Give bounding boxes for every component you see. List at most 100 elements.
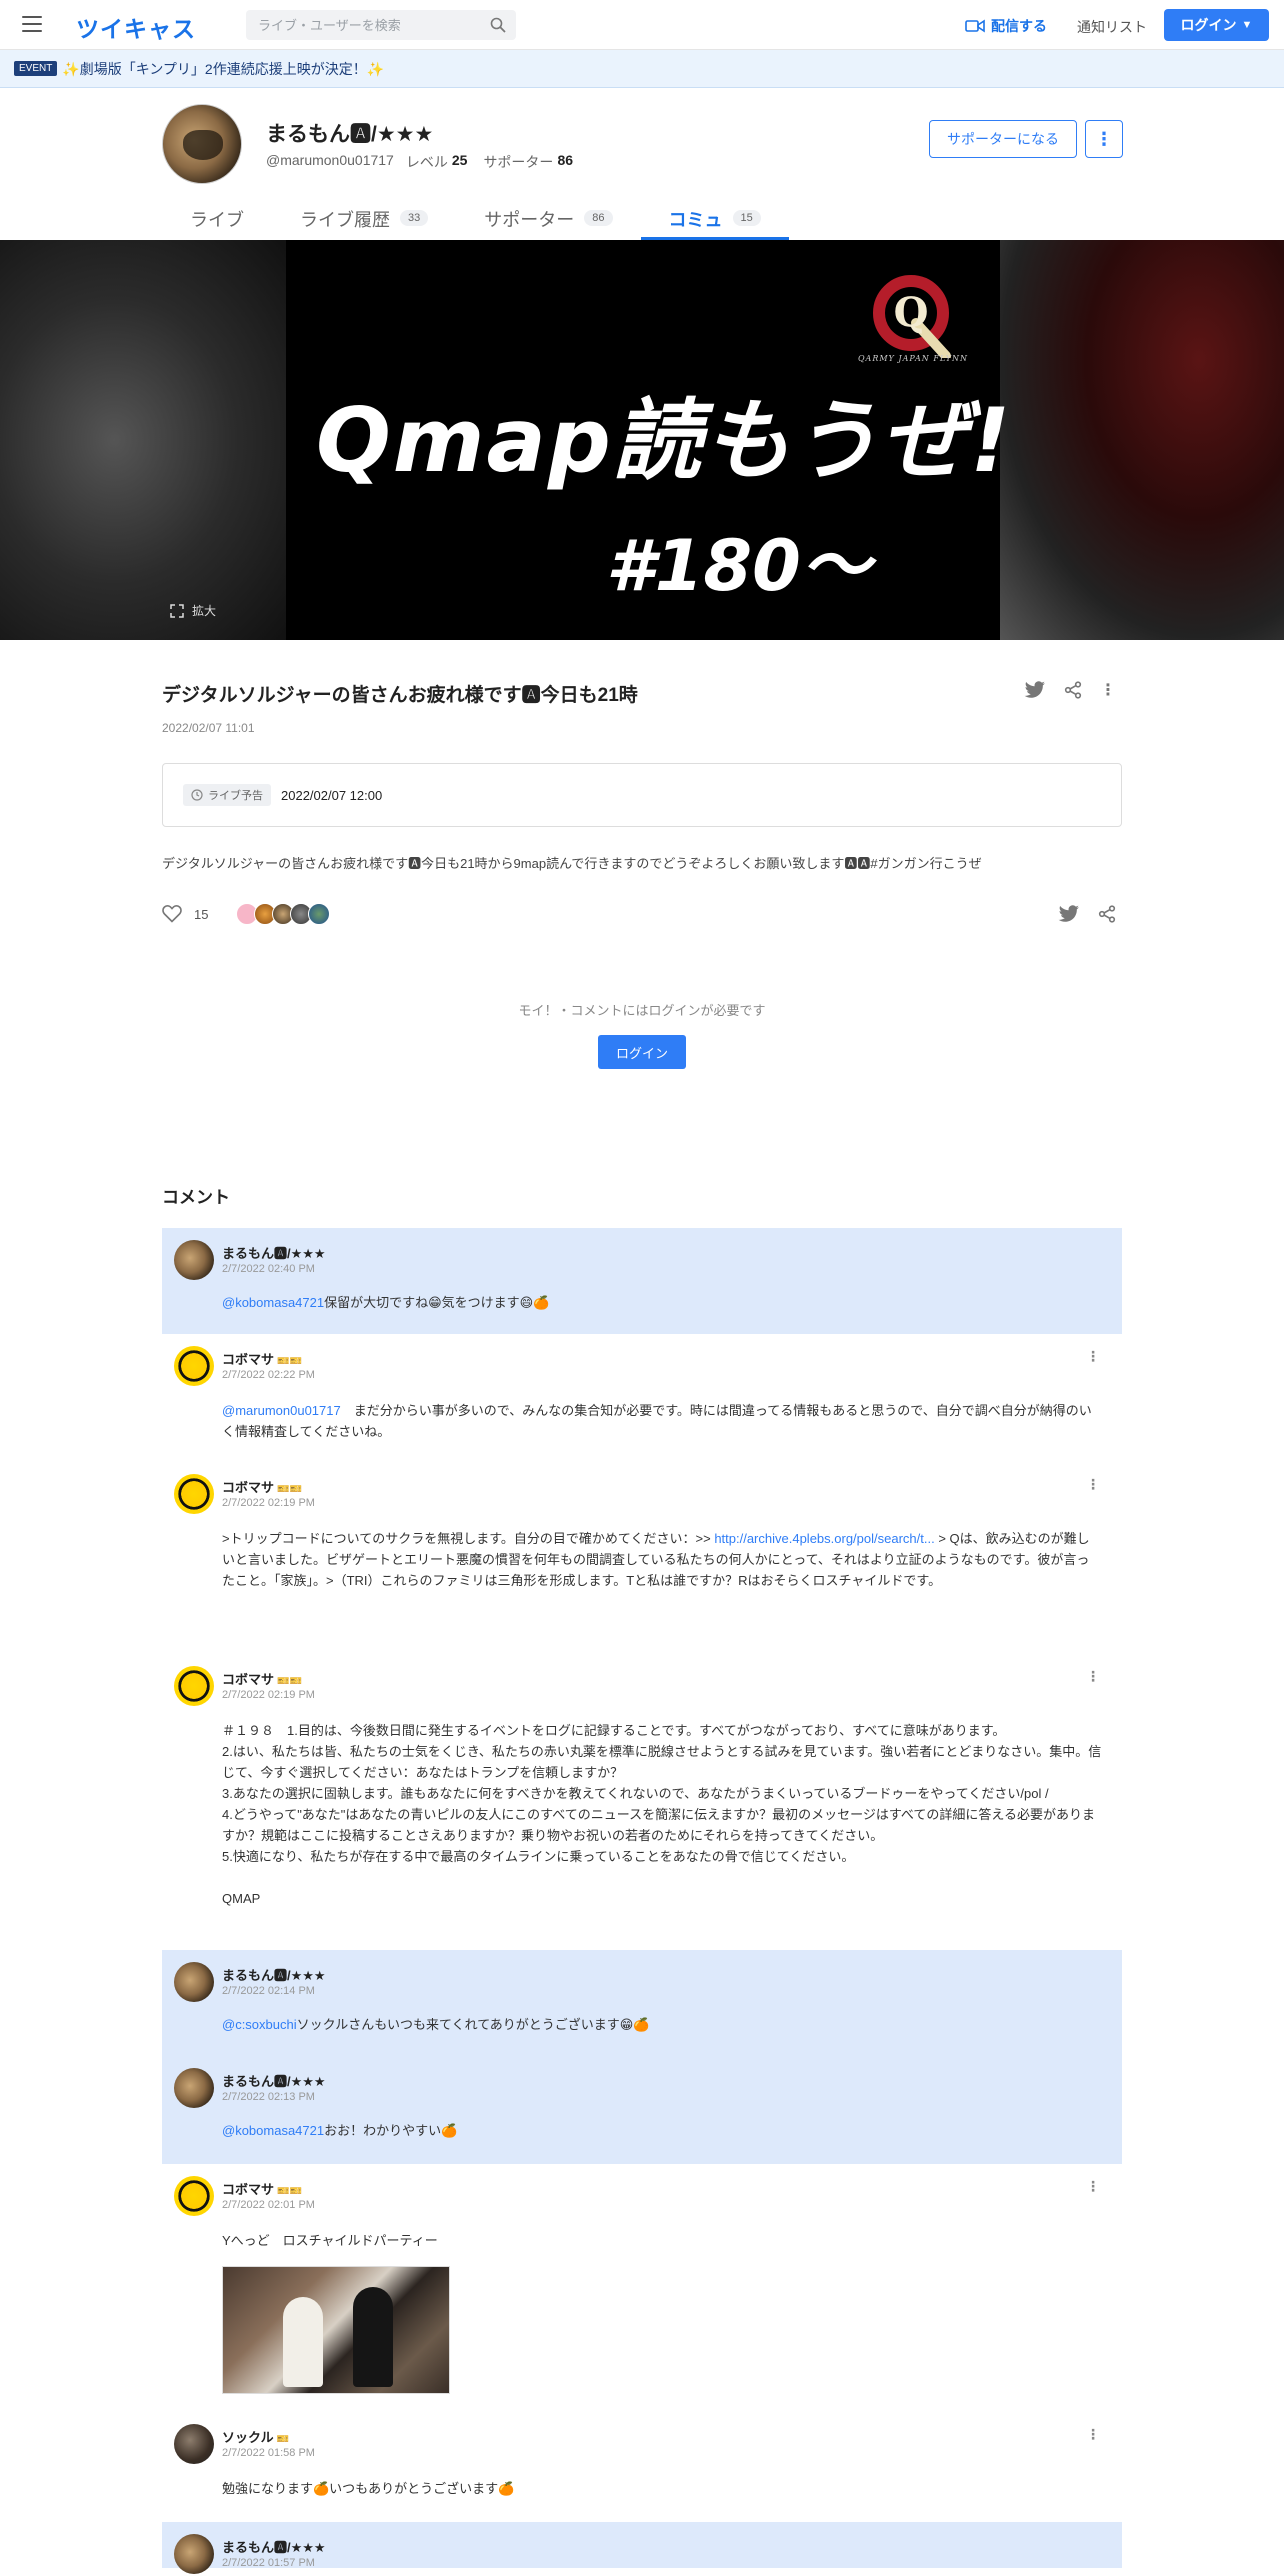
tab-community[interactable]: コミュ 15 (640, 196, 790, 240)
top-header: ツイキャス 配信する 通知リスト ログイン ▼ (0, 0, 1284, 50)
twitter-icon[interactable] (1024, 681, 1046, 699)
avatar[interactable] (174, 1346, 214, 1386)
liker-avatar[interactable] (308, 903, 330, 925)
tab-supporters[interactable]: サポーター 86 (456, 196, 640, 240)
comment-text: @kobomasa4721おお！わかりやすい🍊 (222, 2123, 458, 2138)
avatar[interactable] (174, 2176, 214, 2216)
event-text[interactable]: ✨劇場版「キンプリ」2作連続応援上映が決定！✨ (62, 59, 384, 79)
external-link[interactable]: http://archive.4plebs.org/pol/search/t..… (714, 1531, 934, 1546)
avatar[interactable] (174, 1962, 214, 2002)
more-options-button[interactable]: ⋮ (1085, 120, 1123, 158)
mention-link[interactable]: @c:soxbuchi (222, 2017, 297, 2032)
more-vertical-icon[interactable]: ⋮ (1086, 2426, 1100, 2443)
site-logo[interactable]: ツイキャス (76, 10, 196, 44)
comment-date: 2/7/2022 02:19 PM (222, 1689, 315, 1701)
comment-text: ＃１９８ 1.目的は、今後数日間に発生するイベントをログに記録することです。すべ… (222, 1723, 1102, 1906)
search-input[interactable] (258, 17, 478, 33)
comments-heading: コメント (162, 1188, 230, 1207)
login-required-note: モイ！・コメントにはログインが必要です (518, 1003, 766, 1018)
more-vertical-icon[interactable]: ⋮ (1086, 1668, 1100, 1685)
comment-author[interactable]: まるもん🅰/★★★ (222, 2537, 326, 2556)
comment-author[interactable]: まるもん🅰/★★★ (222, 1965, 326, 1984)
banner-subtitle: #180〜 (606, 525, 871, 607)
tab-label: コミュ (668, 210, 723, 230)
broadcast-link[interactable]: 配信する (965, 16, 1047, 36)
more-vertical-icon[interactable]: ⋮ (1100, 680, 1116, 700)
mention-link[interactable]: @marumon0u01717 (222, 1403, 341, 1418)
comment-author[interactable]: コボマサ 🎫🎫 (222, 1477, 302, 1496)
more-vertical-icon[interactable]: ⋮ (1086, 2178, 1100, 2195)
comment-item: コボマサ 🎫🎫 2/7/2022 02:19 PM ⋮ >トリップコードについての… (162, 1462, 1122, 1630)
avatar[interactable] (174, 2068, 214, 2108)
notify-list-link[interactable]: 通知リスト (1077, 17, 1147, 37)
profile-tabs: ライブ ライブ履歴 33 サポーター 86 コミュ 15 (162, 196, 790, 240)
post-date: 2022/02/07 11:01 (162, 721, 255, 735)
comment-date: 2/7/2022 02:22 PM (222, 1369, 315, 1381)
expand-label: 拡大 (192, 604, 217, 618)
avatar[interactable] (174, 1240, 214, 1280)
comment-item: コボマサ 🎫🎫 2/7/2022 02:01 PM ⋮ Yへっど ロスチャイルドパ… (162, 2164, 1122, 2422)
comment-text: @marumon0u01717 まだ分からい事が多いので、みんなの集合知が必要で… (222, 1403, 1092, 1439)
comment-item: コボマサ 🎫🎫 2/7/2022 02:19 PM ⋮ ＃１９８ 1.目的は、今後… (162, 1654, 1122, 1950)
comment-date: 2/7/2022 02:40 PM (222, 1263, 315, 1275)
mention-link[interactable]: @kobomasa4721 (222, 2123, 324, 2138)
post-share-row (1058, 905, 1116, 923)
comment-item: まるもん🅰/★★★ 2/7/2022 01:57 PM (162, 2522, 1122, 2574)
avatar[interactable] (174, 2534, 214, 2574)
hamburger-icon[interactable] (22, 16, 42, 32)
search-icon[interactable] (490, 17, 506, 33)
comment-date: 2/7/2022 02:01 PM (222, 2199, 315, 2211)
comment-author[interactable]: コボマサ 🎫🎫 (222, 2179, 302, 2198)
avatar[interactable] (174, 2424, 214, 2464)
mention-link[interactable]: @kobomasa4721 (222, 1295, 324, 1310)
banner-image[interactable]: Q QARMY JAPAN FLYNN Qmap読もうぜ! #180〜 (286, 240, 1010, 640)
comment-group: まるもん🅰/★★★ 2/7/2022 02:14 PM @c:soxbuchiソ… (162, 1950, 1122, 2164)
supporter-label: サポーター (483, 154, 554, 170)
comment-author[interactable]: まるもん🅰/★★★ (222, 1243, 326, 1262)
live-schedule-box: ライブ予告 2022/02/07 12:00 (162, 763, 1122, 827)
comment-date: 2/7/2022 02:19 PM (222, 1497, 315, 1509)
supporter-count: 86 (557, 152, 574, 168)
comment-date: 2/7/2022 02:14 PM (222, 1985, 315, 1997)
broadcast-label: 配信する (991, 18, 1047, 34)
level-label: レベル (405, 154, 448, 170)
comment-author[interactable]: コボマサ 🎫🎫 (222, 1349, 302, 1368)
expand-icon (170, 603, 184, 618)
share-icon[interactable] (1098, 905, 1116, 923)
q-logo-icon: Q (873, 275, 951, 358)
comment-text: @c:soxbuchiソックルさんもいつも来てくれてありがとうございます😁🍊 (222, 2017, 650, 2032)
like-button[interactable]: 15 (162, 905, 208, 923)
post-banner: Q QARMY JAPAN FLYNN Qmap読もうぜ! #180〜 拡大 (0, 240, 1284, 640)
schedule-tag: ライブ予告 (183, 784, 271, 806)
share-icon[interactable] (1064, 681, 1082, 699)
comment-photo[interactable] (222, 2266, 450, 2394)
comment-date: 2/7/2022 01:58 PM (222, 2447, 315, 2459)
more-vertical-icon[interactable]: ⋮ (1086, 1476, 1100, 1493)
more-vertical-icon[interactable]: ⋮ (1086, 1348, 1100, 1365)
comment-text: @kobomasa4721保留が大切ですね😁気をつけます😄🍊 (222, 1295, 550, 1310)
become-supporter-button[interactable]: サポーターになる (929, 120, 1077, 158)
twitter-icon[interactable] (1058, 905, 1080, 923)
comment-author[interactable]: ソックル 🎫 (222, 2427, 289, 2446)
heart-icon (162, 905, 182, 923)
search-box[interactable] (246, 10, 516, 40)
profile-name: まるもん🅰/★★★ (266, 123, 434, 146)
liker-avatars[interactable] (236, 903, 330, 925)
profile-avatar[interactable] (162, 104, 242, 184)
comment-item: ソックル 🎫 2/7/2022 01:58 PM ⋮ 勉強になります🍊いつもありが… (162, 2412, 1122, 2522)
banner-blur-left (0, 240, 286, 640)
tab-live-history[interactable]: ライブ履歴 33 (272, 196, 456, 240)
like-count: 15 (194, 906, 209, 922)
comment-item: まるもん🅰/★★★ 2/7/2022 02:40 PM @kobomasa472… (162, 1228, 1122, 1334)
expand-button[interactable]: 拡大 (170, 602, 216, 619)
comment-author[interactable]: コボマサ 🎫🎫 (222, 1669, 302, 1688)
comment-author[interactable]: まるもん🅰/★★★ (222, 2071, 326, 2090)
comment-login-button[interactable]: ログイン (598, 1035, 686, 1069)
tab-label: ライブ (190, 210, 244, 230)
avatar[interactable] (174, 1666, 214, 1706)
event-bar[interactable]: EVENT ✨劇場版「キンプリ」2作連続応援上映が決定！✨ (0, 50, 1284, 88)
login-button[interactable]: ログイン ▼ (1164, 9, 1269, 41)
tab-count: 15 (732, 210, 761, 226)
avatar[interactable] (174, 1474, 214, 1514)
tab-live[interactable]: ライブ (162, 196, 272, 240)
